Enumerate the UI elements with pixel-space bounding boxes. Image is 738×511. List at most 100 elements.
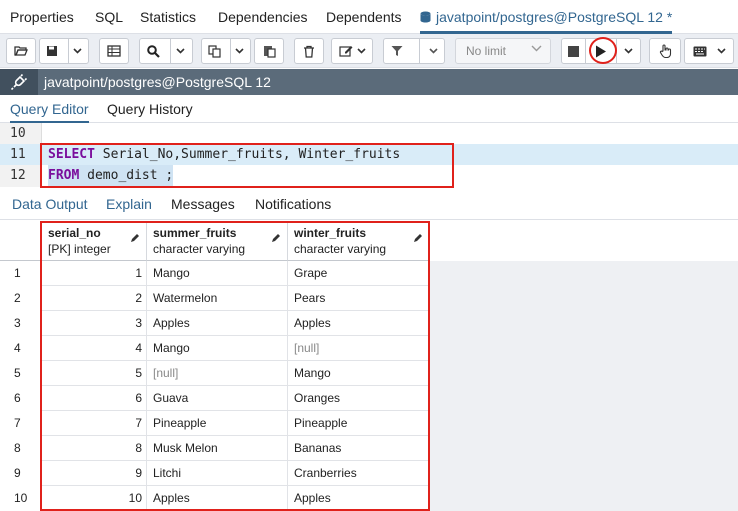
table-cell-serial-no[interactable]: 1 — [42, 261, 147, 286]
table-cell-winter-fruits[interactable]: Grape — [288, 261, 430, 286]
line-number: 12 — [10, 168, 26, 183]
table-row[interactable]: 5 5 [null] Mango — [0, 361, 430, 386]
grid-icon — [107, 45, 121, 57]
tab-sql[interactable]: SQL — [95, 0, 123, 34]
tab-query-tool[interactable]: javatpoint/postgres@PostgreSQL 12 * — [420, 0, 673, 34]
table-cell-serial-no[interactable]: 5 — [42, 361, 147, 386]
code-line: 11 SELECT Serial_No,Summer_fruits, Winte… — [0, 144, 738, 165]
code-text: FROM demo_dist ; — [48, 165, 174, 186]
sql-keyword: SELECT — [48, 147, 95, 162]
table-cell-winter-fruits[interactable]: Oranges — [288, 386, 430, 411]
delete-button[interactable] — [294, 38, 324, 64]
tab-explain[interactable]: Explain — [106, 192, 152, 220]
row-number: 3 — [0, 311, 42, 336]
table-cell-serial-no[interactable]: 4 — [42, 336, 147, 361]
column-header-serial-no[interactable]: serial_no [PK] integer — [42, 221, 147, 261]
table-cell-summer-fruits[interactable]: Apples — [147, 311, 288, 336]
table-cell-serial-no[interactable]: 2 — [42, 286, 147, 311]
table-cell-winter-fruits[interactable]: Pears — [288, 286, 430, 311]
edit-button[interactable] — [331, 38, 373, 64]
table-cell-winter-fruits[interactable]: Mango — [288, 361, 430, 386]
pencil-icon — [414, 234, 422, 242]
table-cell-summer-fruits[interactable]: [null] — [147, 361, 288, 386]
open-file-button[interactable] — [6, 38, 36, 64]
sql-editor[interactable]: 10 11 SELECT Serial_No,Summer_fruits, Wi… — [0, 123, 738, 187]
hand-pointer-icon — [659, 44, 671, 58]
save-file-button[interactable] — [39, 38, 89, 64]
table-cell-summer-fruits[interactable]: Pineapple — [147, 411, 288, 436]
tab-notifications[interactable]: Notifications — [255, 192, 331, 220]
table-cell-winter-fruits[interactable]: Cranberries — [288, 461, 430, 486]
column-header-summer-fruits[interactable]: summer_fruits character varying — [147, 221, 288, 261]
row-index-header — [0, 221, 42, 261]
commit-button[interactable] — [649, 38, 681, 64]
table-cell-summer-fruits[interactable]: Apples — [147, 486, 288, 511]
find-in-query-button[interactable] — [99, 38, 129, 64]
filter-icon — [391, 46, 402, 56]
table-cell-serial-no[interactable]: 9 — [42, 461, 147, 486]
code-line: 10 — [0, 123, 738, 144]
table-cell-summer-fruits[interactable]: Musk Melon — [147, 436, 288, 461]
plug-icon — [11, 74, 27, 90]
table-cell-serial-no[interactable]: 10 — [42, 486, 147, 511]
execute-options-dropdown[interactable] — [617, 48, 640, 54]
row-limit-select[interactable]: No limit — [455, 38, 551, 64]
filter-button[interactable] — [383, 38, 445, 64]
row-number: 1 — [0, 261, 42, 286]
column-header-winter-fruits[interactable]: winter_fruits character varying — [288, 221, 430, 261]
tab-query-editor[interactable]: Query Editor — [10, 95, 89, 123]
table-cell-serial-no[interactable]: 8 — [42, 436, 147, 461]
table-cell-serial-no[interactable]: 3 — [42, 311, 147, 336]
line-number: 10 — [10, 126, 26, 141]
table-row[interactable]: 2 2 Watermelon Pears — [0, 286, 430, 311]
sql-text: Serial_No,Summer_fruits, Winter_fruits — [94, 147, 401, 162]
column-name: summer_fruits — [153, 226, 237, 240]
connection-status-button[interactable] — [0, 69, 38, 95]
row-number: 10 — [0, 486, 42, 511]
tab-statistics[interactable]: Statistics — [140, 0, 196, 34]
tab-messages[interactable]: Messages — [171, 192, 235, 220]
table-cell-summer-fruits[interactable]: Litchi — [147, 461, 288, 486]
table-cell-winter-fruits[interactable]: [null] — [288, 336, 430, 361]
table-cell-summer-fruits[interactable]: Mango — [147, 261, 288, 286]
table-row[interactable]: 6 6 Guava Oranges — [0, 386, 430, 411]
tab-properties[interactable]: Properties — [10, 0, 74, 34]
grid-empty-area — [430, 261, 738, 511]
tab-data-output[interactable]: Data Output — [12, 192, 88, 220]
row-number: 8 — [0, 436, 42, 461]
paste-icon — [263, 45, 276, 58]
table-row[interactable]: 9 9 Litchi Cranberries — [0, 461, 430, 486]
table-cell-winter-fruits[interactable]: Bananas — [288, 436, 430, 461]
chevron-down-icon — [428, 48, 438, 54]
table-row[interactable]: 4 4 Mango [null] — [0, 336, 430, 361]
chevron-down-icon — [235, 48, 244, 54]
search-icon — [147, 44, 160, 58]
find-button[interactable] — [139, 38, 193, 64]
row-number: 6 — [0, 386, 42, 411]
paste-button[interactable] — [254, 38, 284, 64]
chevron-down-icon — [716, 48, 726, 54]
table-cell-summer-fruits[interactable]: Mango — [147, 336, 288, 361]
column-name: serial_no — [48, 226, 101, 240]
table-cell-serial-no[interactable]: 7 — [42, 411, 147, 436]
table-cell-winter-fruits[interactable]: Apples — [288, 486, 430, 511]
table-row[interactable]: 1 1 Mango Grape — [0, 261, 430, 286]
stop-button[interactable] — [562, 45, 585, 57]
tab-dependents[interactable]: Dependents — [326, 0, 402, 34]
tab-dependencies[interactable]: Dependencies — [218, 0, 308, 34]
table-row[interactable]: 3 3 Apples Apples — [0, 311, 430, 336]
table-cell-winter-fruits[interactable]: Pineapple — [288, 411, 430, 436]
table-cell-serial-no[interactable]: 6 — [42, 386, 147, 411]
keyboard-icon — [693, 46, 706, 56]
data-output-grid: serial_no [PK] integer summer_fruits cha… — [0, 221, 738, 511]
table-row[interactable]: 10 10 Apples Apples — [0, 486, 430, 511]
table-cell-winter-fruits[interactable]: Apples — [288, 311, 430, 336]
connection-label: javatpoint/postgres@PostgreSQL 12 — [44, 74, 271, 90]
table-cell-summer-fruits[interactable]: Watermelon — [147, 286, 288, 311]
tab-query-history[interactable]: Query History — [107, 95, 193, 123]
macros-button[interactable] — [684, 38, 734, 64]
table-row[interactable]: 8 8 Musk Melon Bananas — [0, 436, 430, 461]
table-row[interactable]: 7 7 Pineapple Pineapple — [0, 411, 430, 436]
copy-button[interactable] — [201, 38, 251, 64]
table-cell-summer-fruits[interactable]: Guava — [147, 386, 288, 411]
